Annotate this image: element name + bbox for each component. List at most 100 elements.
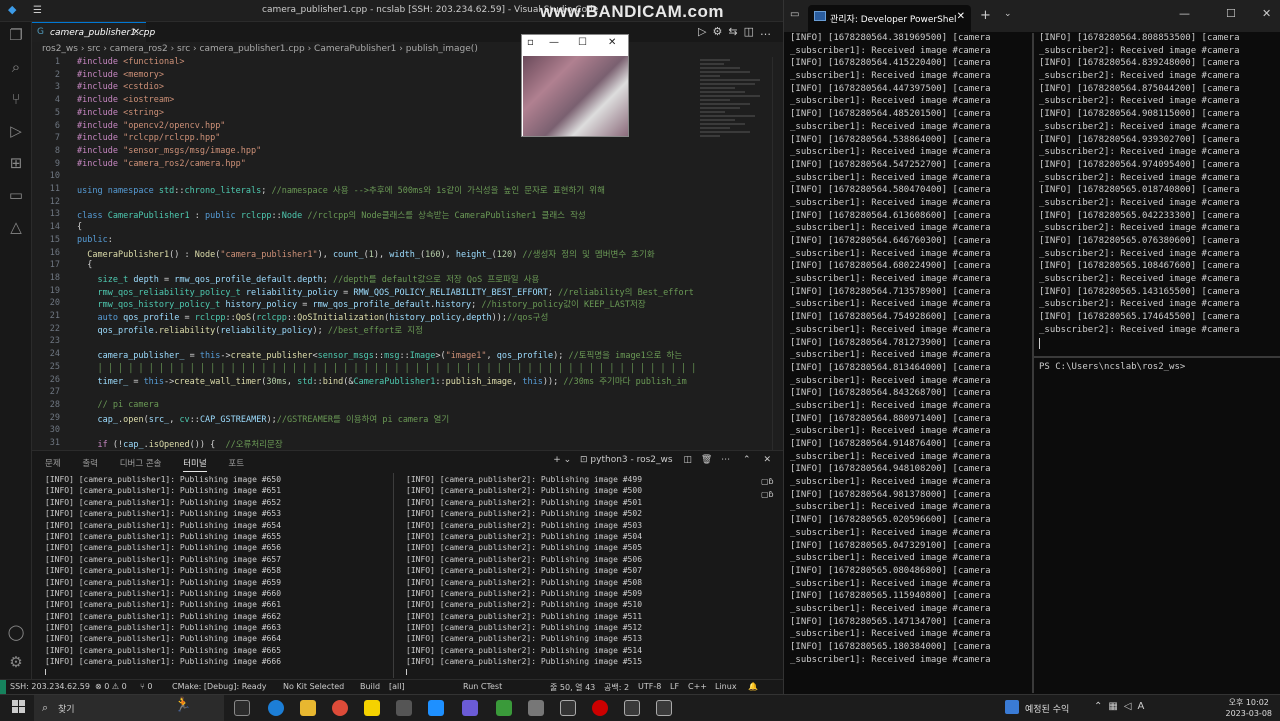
search-icon[interactable]: ⌕ [6, 57, 26, 77]
code-line[interactable]: 26 timer_ = this->create_wall_timer(30ms… [32, 375, 702, 388]
task-view-icon[interactable] [234, 700, 250, 716]
code-line[interactable]: 18 size_t depth = rmw_qos_profile_defaul… [32, 273, 702, 286]
remote-indicator[interactable] [0, 680, 6, 694]
maximize-panel-icon[interactable]: ⌃ [743, 455, 751, 465]
more-actions-icon[interactable]: … [760, 25, 777, 38]
cursor-position[interactable]: 줄 50, 열 43 [550, 682, 595, 693]
maximize-button[interactable]: ☐ [1226, 7, 1236, 20]
run-icon[interactable]: ▷ [698, 25, 712, 38]
code-line[interactable]: 14 { [32, 222, 702, 235]
breadcrumb-item[interactable]: camera_publisher1.cpp [200, 44, 305, 54]
code-line[interactable]: 28 // pi camera [32, 400, 702, 413]
terminal-pane-2[interactable]: [INFO] [camera_publisher2]: Publishing i… [406, 475, 751, 675]
terminal-select[interactable]: ⊡ python3 - ros2_ws [580, 455, 673, 465]
code-line[interactable]: 15 public: [32, 235, 702, 248]
run-debug-icon[interactable]: ▷ [6, 121, 26, 141]
tab-camera-publisher1[interactable]: G camera_publisher1.cpp × [32, 22, 155, 42]
explorer-icon[interactable]: ❐ [6, 25, 26, 45]
code-line[interactable]: 8 #include "sensor_msgs/msg/image.hpp" [32, 146, 702, 159]
ctest-button[interactable]: Run CTest [463, 682, 502, 691]
tab-output[interactable]: 출력 [82, 459, 98, 469]
encoding[interactable]: UTF-8 [638, 682, 661, 691]
code-line[interactable]: 10 [32, 171, 702, 184]
code-line[interactable]: 21 auto qos_profile = rclcpp::QoS(rclcpp… [32, 311, 702, 324]
breadcrumb-item[interactable]: src [177, 44, 190, 54]
close-panel-icon[interactable]: ✕ [763, 455, 771, 465]
eol[interactable]: LF [670, 682, 679, 691]
code-line[interactable]: 12 [32, 197, 702, 210]
indent-spaces[interactable]: 공백: 2 [604, 682, 629, 693]
breadcrumb-item[interactable]: camera_ros2 [110, 44, 168, 54]
taskbar-search[interactable]: ⌕ 찾기 🏃 [34, 695, 224, 721]
kit-select[interactable]: No Kit Selected [283, 682, 344, 691]
build-target[interactable]: [all] [389, 682, 405, 691]
code-line[interactable]: 23 [32, 336, 702, 349]
start-button[interactable] [12, 700, 26, 714]
camera-preview-window[interactable]: ▫ — ☐ ✕ [521, 34, 629, 137]
tab-developer-powershell[interactable]: 관리자: Developer PowerShel ✕ [808, 5, 971, 32]
clock[interactable]: 오후 10:02 2023-03-08 [1226, 697, 1273, 719]
tab-ports[interactable]: 포트 [228, 459, 244, 469]
maximize-button[interactable]: ☐ [578, 37, 587, 48]
close-tab-icon[interactable]: × [132, 27, 140, 37]
terminal-pane-subscriber1[interactable]: [INFO] [1678280564.381969500] [camera _su… [790, 33, 1027, 673]
terminal-list-item[interactable]: ▢ɓ [761, 488, 774, 501]
code-line[interactable]: 25 │ │ │ │ │ │ │ │ │ │ │ │ │ │ │ │ │ │ │… [32, 362, 702, 375]
code-line[interactable]: 29 cap_.open(src_, cv::CAP_GSTREAMER);//… [32, 413, 702, 426]
file-explorer-icon[interactable] [300, 700, 316, 716]
app-window-icon[interactable] [656, 700, 672, 716]
terminal-pane-prompt[interactable]: PS C:\Users\ncslab\ros2_ws> [1039, 362, 1279, 662]
window-layout-icon[interactable]: ▭ [790, 9, 799, 20]
edge-icon[interactable] [268, 700, 284, 716]
vscode-icon[interactable] [428, 700, 444, 716]
code-line[interactable]: 19 rmw_qos_reliability_policy_t reliabil… [32, 286, 702, 299]
cmake-icon[interactable]: △ [6, 217, 26, 237]
code-line[interactable]: 17 { [32, 260, 702, 273]
minimap[interactable] [700, 57, 770, 167]
account-icon[interactable]: ◯ [6, 622, 26, 642]
terminal-pane-subscriber2[interactable]: [INFO] [1678280564.808853500] [camera _su… [1039, 33, 1279, 353]
breadcrumb-item[interactable]: publish_image() [406, 44, 478, 54]
problems-count[interactable]: ⊗ 0 ⚠ 0 [95, 682, 127, 691]
weather-icon[interactable] [1005, 700, 1019, 714]
code-line[interactable]: 22 qos_profile.reliability(reliability_p… [32, 324, 702, 337]
language-mode[interactable]: C++ [688, 682, 707, 691]
close-button[interactable]: ✕ [1262, 7, 1271, 20]
app-icon[interactable] [496, 700, 512, 716]
ports-count[interactable]: ⑂ 0 [140, 682, 152, 691]
settings-gear-icon[interactable]: ⚙ [6, 652, 26, 672]
tools-icon[interactable] [528, 700, 544, 716]
hamburger-menu-icon[interactable]: ☰ [33, 5, 42, 16]
editor-scrollbar[interactable] [772, 57, 783, 450]
terminal-icon[interactable] [560, 700, 576, 716]
chevron-up-icon[interactable]: ⌃ [1094, 701, 1108, 712]
extensions-icon[interactable]: ⊞ [6, 153, 26, 173]
pane-divider-horizontal[interactable] [1034, 356, 1280, 358]
more-icon[interactable]: ⋯ [721, 455, 730, 465]
tab-terminal[interactable]: 터미널 [183, 459, 207, 472]
volume-icon[interactable]: ◁ [1124, 701, 1138, 712]
close-tab-icon[interactable]: ✕ [957, 11, 965, 22]
ime-icon[interactable]: A [1138, 701, 1151, 712]
visual-studio-icon[interactable] [462, 700, 478, 716]
cmake-status[interactable]: CMake: [Debug]: Ready [172, 682, 267, 691]
code-line[interactable]: 9 #include "camera_ros2/camera.hpp" [32, 159, 702, 172]
breadcrumb-item[interactable]: ros2_ws [42, 44, 78, 54]
source-control-icon[interactable]: ⑂ [6, 89, 26, 109]
terminal-divider[interactable] [393, 473, 394, 678]
code-line[interactable]: 24 camera_publisher_ = this->create_publ… [32, 349, 702, 362]
code-line[interactable]: 16 CameraPublisher1() : Node("camera_pub… [32, 248, 702, 261]
trash-icon[interactable]: 🗑 [701, 455, 712, 465]
pane-divider-vertical[interactable] [1032, 33, 1034, 693]
tab-problems[interactable]: 문제 [45, 459, 61, 469]
breadcrumb-item[interactable]: src [87, 44, 100, 54]
chrome-icon[interactable] [332, 700, 348, 716]
new-tab-icon[interactable]: + [980, 8, 991, 23]
split-editor-icon[interactable]: ◫ [744, 25, 760, 38]
kakaotalk-icon[interactable] [364, 700, 380, 716]
minimize-button[interactable]: — [1179, 7, 1190, 20]
tab-debug-console[interactable]: 디버그 콘솔 [120, 459, 162, 469]
code-line[interactable]: 20 rmw_qos_history_policy_t history_poli… [32, 298, 702, 311]
split-terminal-icon[interactable]: ◫ [683, 455, 692, 465]
app-icon[interactable] [396, 700, 412, 716]
